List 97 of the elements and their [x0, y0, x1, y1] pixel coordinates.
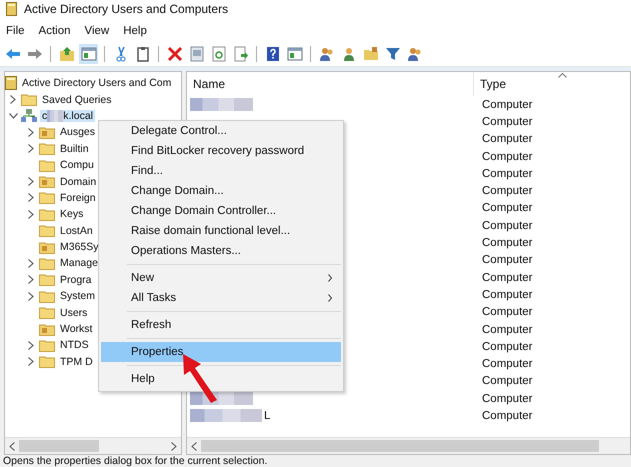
folder-icon [39, 191, 55, 204]
tree-item[interactable]: Saved Queries [40, 94, 114, 106]
expand-chevron-icon[interactable] [28, 177, 34, 186]
folder-icon [39, 208, 55, 221]
organizational-unit-icon [39, 126, 55, 139]
tree-item[interactable]: TPM D [58, 356, 95, 368]
tree-item[interactable]: System [58, 290, 98, 302]
tree-item[interactable]: Ausges [58, 126, 98, 138]
folder-icon [39, 355, 55, 368]
menu-item[interactable]: Properties [101, 342, 341, 362]
delete-icon[interactable] [165, 44, 184, 64]
menu-item[interactable]: Find... [101, 161, 341, 181]
tree-item[interactable]: c k.local [40, 110, 96, 122]
window-title: Active Directory Users and Computers [24, 2, 228, 16]
menu-item[interactable]: Refresh [101, 315, 341, 335]
table-cell-text: Computer [481, 375, 532, 388]
table-cell-text: Computer [481, 254, 532, 266]
table-cell-text: Computer [481, 150, 532, 163]
sort-caret-icon [558, 73, 567, 78]
domain-icon [21, 108, 37, 123]
organizational-unit-icon [39, 175, 55, 188]
pane-icon[interactable] [79, 44, 98, 64]
folder-icon [39, 142, 55, 156]
horizontal-scrollbar[interactable] [187, 437, 630, 454]
expand-chevron-icon[interactable] [28, 210, 34, 219]
tree-item[interactable]: LostAn [58, 224, 95, 237]
menu-item[interactable]: Raise domain functional level... [101, 221, 341, 241]
table-cell-text: Computer [481, 392, 532, 405]
pointer-arrow [181, 352, 219, 404]
expand-chevron-icon[interactable] [28, 193, 34, 202]
folder-icon [39, 273, 55, 286]
table-cell-text: Computer [481, 202, 532, 214]
menu-item[interactable]: File [6, 25, 25, 37]
menu-item[interactable]: Change Domain Controller... [101, 201, 341, 221]
expand-chevron-icon[interactable] [28, 128, 34, 137]
horizontal-scrollbar[interactable] [5, 437, 181, 454]
expand-chevron-icon[interactable] [28, 292, 34, 301]
column-header[interactable]: Name [187, 72, 474, 96]
folder-icon [21, 93, 37, 106]
tree-item[interactable]: NTDS [58, 339, 91, 352]
expand-chevron-icon[interactable] [28, 258, 34, 268]
menu-item[interactable]: Action [38, 25, 70, 37]
menu-item[interactable]: View [84, 25, 110, 37]
expand-chevron-icon[interactable] [28, 144, 34, 154]
app-icon [6, 2, 17, 16]
table-cell-text: Computer [481, 98, 532, 111]
tree-item[interactable]: Manage [58, 257, 100, 270]
table-cell-text: Computer [481, 288, 532, 301]
organizational-unit-icon [39, 322, 55, 336]
tree-item[interactable]: Compu [58, 159, 96, 172]
table-cell-text: Computer [481, 237, 532, 250]
tree-item[interactable]: Active Directory Users and Com [20, 77, 174, 90]
tree-item[interactable]: Progra [58, 274, 94, 286]
table-cell-text: Computer [481, 306, 532, 318]
table-cell: L [264, 410, 270, 422]
expand-chevron-icon[interactable] [10, 95, 16, 104]
tree-item[interactable]: Keys [58, 208, 86, 220]
table-cell-text: Computer [481, 358, 532, 370]
submenu-chevron-icon [327, 294, 333, 302]
table-cell-text: Computer [481, 272, 532, 284]
menu-item[interactable]: Change Domain... [101, 181, 341, 201]
menu-item[interactable]: Help [123, 25, 147, 37]
table-cell-text: Computer [481, 410, 532, 422]
menu-item[interactable]: Help [101, 369, 341, 389]
table-cell-text: Computer [481, 168, 532, 180]
folder-icon [39, 224, 55, 238]
tree-item[interactable]: Builtin [58, 142, 91, 155]
table-cell-text: Computer [481, 220, 532, 232]
menu-item[interactable]: Delegate Control... [101, 121, 341, 141]
menu-item[interactable]: Operations Masters... [101, 241, 341, 261]
folder-icon [39, 256, 55, 270]
tree-item[interactable]: Workst [58, 323, 94, 336]
expand-chevron-icon[interactable] [28, 357, 34, 366]
tree-item[interactable]: Domain [58, 176, 98, 188]
folder-icon [39, 290, 55, 303]
column-header[interactable]: Type [474, 72, 630, 96]
folder-icon [39, 306, 55, 320]
table-cell-text: Computer [481, 324, 532, 336]
folder-up-icon[interactable] [57, 44, 76, 64]
table-cell-text: Computer [481, 185, 532, 198]
table-cell-text: Computer [481, 116, 532, 128]
expand-chevron-icon[interactable] [28, 275, 34, 284]
table-cell-text: Computer [481, 133, 532, 146]
status-text: Opens the properties dialog box for the current selection. [0, 455, 631, 467]
collapse-chevron-icon[interactable] [8, 112, 18, 119]
folder-icon [39, 338, 55, 352]
tree-item[interactable]: Users [58, 306, 90, 319]
tree-item[interactable]: Foreign [58, 192, 98, 204]
expand-chevron-icon[interactable] [28, 340, 34, 350]
organizational-unit-icon [39, 240, 55, 254]
menu-item[interactable]: All Tasks [101, 288, 341, 308]
tree-item[interactable]: M365Sy [58, 241, 101, 254]
menu-item[interactable]: New [101, 268, 341, 288]
menu-item[interactable]: Find BitLocker recovery password [101, 141, 341, 161]
table-cell-text: Computer [481, 340, 532, 353]
submenu-chevron-icon [327, 274, 333, 282]
folder-icon [39, 158, 55, 172]
